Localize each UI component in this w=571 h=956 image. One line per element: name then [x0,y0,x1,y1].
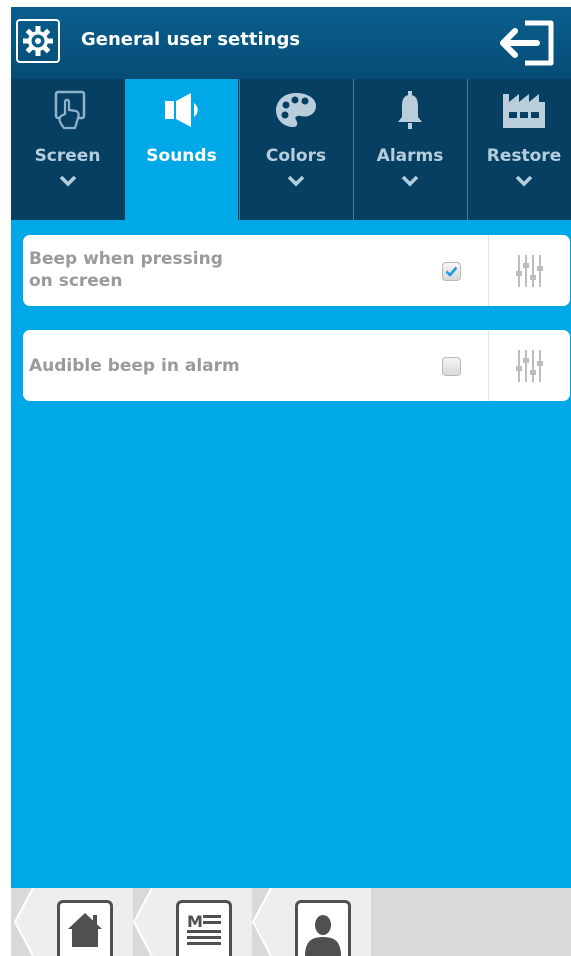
palette-icon [274,88,318,132]
tab-restore[interactable]: Restore [467,79,571,220]
home-button[interactable] [57,900,113,956]
setting-label-line1: Beep when pressing [29,249,223,269]
adjust-sliders-button[interactable] [488,330,571,401]
tab-label: Alarms [376,146,444,166]
bottom-nav: M [11,888,571,956]
checkmark-icon [445,266,458,277]
beep-press-checkbox[interactable] [442,262,461,281]
page-title: General user settings [81,29,301,50]
bell-icon [394,88,426,132]
app-window: General user settings Screen Sounds Colo… [11,7,571,956]
tab-alarms[interactable]: Alarms [353,79,466,220]
tab-label: Restore [486,146,562,166]
tab-sounds[interactable]: Sounds [125,79,238,220]
chevron-down-icon [401,175,419,187]
tab-label: Colors [265,146,327,166]
tab-label: Sounds [146,146,217,166]
setting-row-beep-press: Beep when pressing on screen [23,235,570,306]
tab-label: Screen [34,146,101,166]
exit-icon[interactable] [499,19,557,67]
sliders-icon [516,254,543,287]
user-icon [305,915,341,956]
chevron-down-icon [515,175,533,187]
setting-label-line2: on screen [29,271,123,291]
menu-icon: M [187,912,221,945]
settings-gear-icon[interactable] [16,19,60,63]
chevron-down-icon [287,175,305,187]
adjust-sliders-button[interactable] [488,235,571,306]
tab-bar: Screen Sounds Colors Alarms Restore [11,79,571,220]
menu-button[interactable]: M [176,900,232,956]
header-bar: General user settings [11,7,571,79]
sliders-icon [516,349,543,382]
user-button[interactable] [295,900,351,956]
touch-screen-icon [47,88,89,132]
tab-screen[interactable]: Screen [11,79,124,220]
chevron-down-icon [59,175,76,187]
tab-colors[interactable]: Colors [239,79,352,220]
setting-row-alarm-beep: Audible beep in alarm [23,330,570,401]
setting-label: Beep when pressing on screen [29,248,223,292]
setting-label: Audible beep in alarm [29,356,240,376]
factory-icon [501,88,547,132]
alarm-beep-checkbox[interactable] [442,357,461,376]
home-icon [68,913,102,947]
menu-icon-text: M [187,912,203,931]
speaker-icon [161,88,203,132]
